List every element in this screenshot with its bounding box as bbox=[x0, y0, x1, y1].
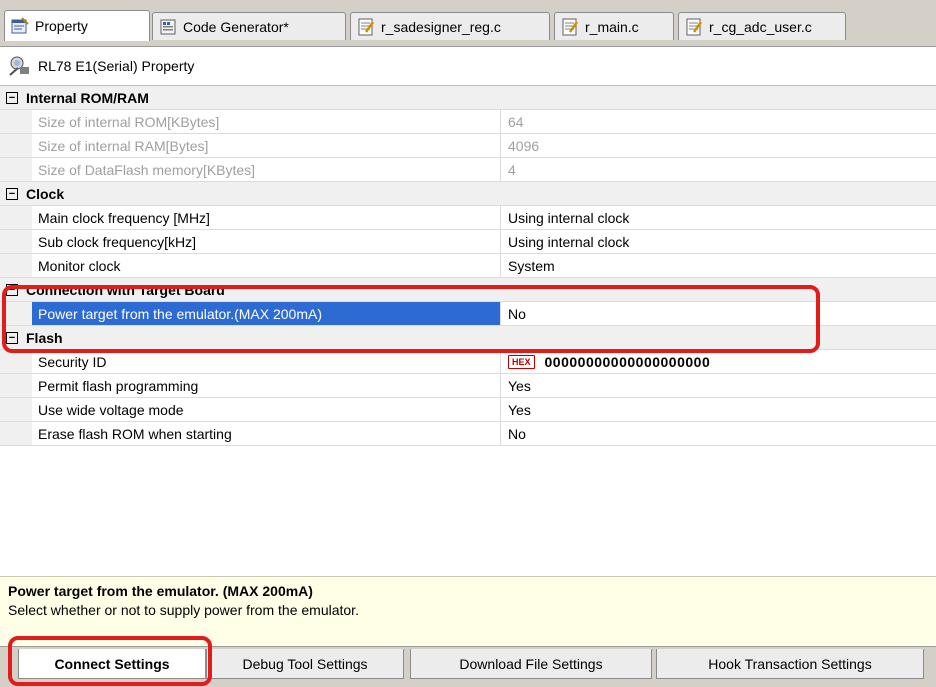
description-text: Select whether or not to supply power fr… bbox=[8, 602, 359, 618]
property-name: Size of DataFlash memory[KBytes] bbox=[38, 161, 256, 178]
property-row[interactable]: Erase flash ROM when starting No bbox=[0, 422, 936, 446]
tab-label: Hook Transaction Settings bbox=[708, 655, 872, 672]
description-panel: Power target from the emulator. (MAX 200… bbox=[0, 576, 936, 646]
property-row: Size of DataFlash memory[KBytes] 4 bbox=[0, 158, 936, 182]
property-value[interactable]: System bbox=[508, 254, 555, 277]
tab-download-file-settings[interactable]: Download File Settings bbox=[410, 649, 652, 679]
property-row-security-id[interactable]: Security ID HEX 00000000000000000000 bbox=[0, 350, 936, 374]
property-name: Security ID bbox=[38, 353, 107, 370]
property-value[interactable]: Yes bbox=[508, 398, 531, 421]
property-value[interactable]: No bbox=[508, 422, 526, 445]
tab-label: r_cg_adc_user.c bbox=[709, 18, 812, 35]
tab-label: Debug Tool Settings bbox=[242, 655, 368, 672]
c-file-icon bbox=[686, 18, 703, 35]
tab-debug-tool-settings[interactable]: Debug Tool Settings bbox=[206, 649, 404, 679]
tab-connect-settings[interactable]: Connect Settings bbox=[18, 649, 206, 679]
tab-hook-transaction-settings[interactable]: Hook Transaction Settings bbox=[656, 649, 924, 679]
tab-r-main-c[interactable]: r_main.c bbox=[554, 12, 674, 40]
panel-title-bar: RL78 E1(Serial) Property bbox=[0, 47, 936, 86]
property-value[interactable]: HEX 00000000000000000000 bbox=[508, 350, 710, 373]
property-value[interactable]: Using internal clock bbox=[508, 206, 629, 229]
property-name: Permit flash programming bbox=[38, 377, 199, 394]
tab-label: Download File Settings bbox=[459, 655, 603, 672]
property-value[interactable]: Using internal clock bbox=[508, 230, 629, 253]
category-connection-with-target-board[interactable]: − Connection with Target Board bbox=[0, 278, 936, 302]
property-row[interactable]: Main clock frequency [MHz] Using interna… bbox=[0, 206, 936, 230]
code-generator-icon bbox=[160, 19, 176, 34]
category-label: Connection with Target Board bbox=[26, 281, 225, 298]
property-value[interactable]: Yes bbox=[508, 374, 531, 397]
tab-property[interactable]: Property bbox=[4, 10, 150, 41]
hex-badge-icon: HEX bbox=[508, 354, 535, 369]
collapse-icon[interactable]: − bbox=[6, 283, 18, 296]
tab-label: Code Generator* bbox=[183, 18, 289, 35]
collapse-icon[interactable]: − bbox=[6, 91, 18, 104]
tab-r-sadesigner-reg-c[interactable]: r_sadesigner_reg.c bbox=[350, 12, 550, 40]
category-flash[interactable]: − Flash bbox=[0, 326, 936, 350]
property-row[interactable]: Sub clock frequency[kHz] Using internal … bbox=[0, 230, 936, 254]
category-label: Clock bbox=[26, 185, 65, 202]
property-name: Sub clock frequency[kHz] bbox=[38, 233, 196, 250]
settings-tab-bar: Connect Settings Debug Tool Settings Dow… bbox=[0, 646, 936, 687]
property-name: Erase flash ROM when starting bbox=[38, 425, 232, 442]
property-row: Size of internal RAM[Bytes] 4096 bbox=[0, 134, 936, 158]
collapse-icon[interactable]: − bbox=[6, 187, 18, 200]
tab-label: Property bbox=[35, 18, 88, 34]
security-id-value: 00000000000000000000 bbox=[544, 353, 711, 370]
property-value: 4 bbox=[508, 161, 516, 178]
tab-r-cg-adc-user-c[interactable]: r_cg_adc_user.c bbox=[678, 12, 846, 40]
tab-code-generator[interactable]: Code Generator* bbox=[152, 12, 346, 40]
emulator-property-icon bbox=[9, 56, 29, 76]
property-value[interactable]: No bbox=[508, 302, 526, 325]
tab-label: Connect Settings bbox=[54, 655, 170, 672]
property-row[interactable]: Use wide voltage mode Yes bbox=[0, 398, 936, 422]
description-title: Power target from the emulator. (MAX 200… bbox=[8, 583, 313, 599]
collapse-icon[interactable]: − bbox=[6, 331, 18, 344]
property-row[interactable]: Monitor clock System bbox=[0, 254, 936, 278]
property-name: Main clock frequency [MHz] bbox=[38, 209, 210, 226]
c-file-icon bbox=[358, 18, 375, 35]
category-internal-rom-ram[interactable]: − Internal ROM/RAM bbox=[0, 86, 936, 110]
property-name: Size of internal ROM[KBytes] bbox=[38, 113, 220, 130]
property-sheet-icon bbox=[11, 17, 29, 34]
property-grid: − Internal ROM/RAM Size of internal ROM[… bbox=[0, 86, 936, 446]
property-value: 64 bbox=[508, 113, 524, 130]
property-name: Size of internal RAM[Bytes] bbox=[38, 137, 209, 154]
category-label: Flash bbox=[26, 329, 63, 346]
tab-label: r_sadesigner_reg.c bbox=[381, 18, 501, 35]
property-row[interactable]: Permit flash programming Yes bbox=[0, 374, 936, 398]
category-clock[interactable]: − Clock bbox=[0, 182, 936, 206]
property-name: Use wide voltage mode bbox=[38, 401, 184, 418]
property-row: Size of internal ROM[KBytes] 64 bbox=[0, 110, 936, 134]
property-row-power-target[interactable]: Power target from the emulator.(MAX 200m… bbox=[0, 302, 936, 326]
document-tab-bar: Property Code Generator* r_sadesigner_re… bbox=[0, 0, 936, 47]
panel-title: RL78 E1(Serial) Property bbox=[38, 58, 195, 74]
category-label: Internal ROM/RAM bbox=[26, 89, 149, 106]
property-value: 4096 bbox=[508, 137, 540, 154]
property-name: Power target from the emulator.(MAX 200m… bbox=[32, 302, 500, 325]
c-file-icon bbox=[562, 18, 579, 35]
tab-label: r_main.c bbox=[585, 18, 639, 35]
property-name: Monitor clock bbox=[38, 257, 121, 274]
